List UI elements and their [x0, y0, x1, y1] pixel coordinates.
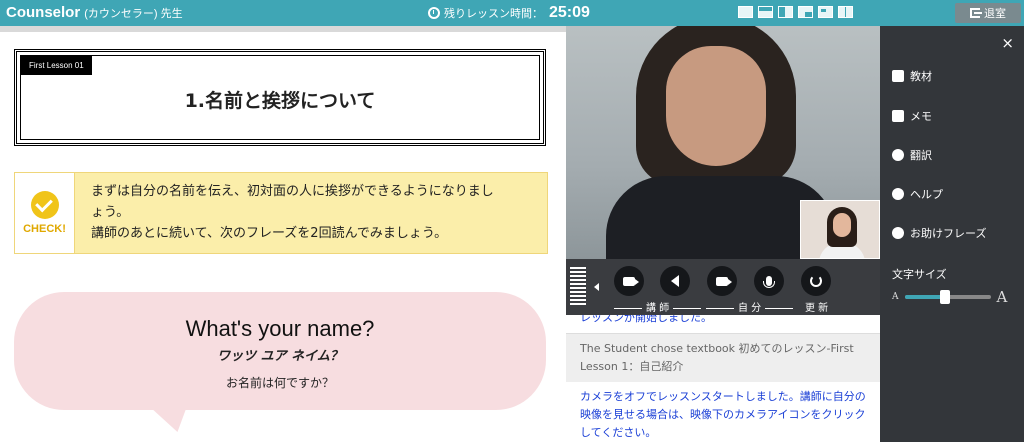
font-size-slider[interactable]	[904, 290, 991, 304]
clock-icon	[428, 7, 440, 19]
menu-item-memo[interactable]: メモ	[892, 108, 932, 124]
timer-value: 25:09	[549, 4, 590, 21]
timer-label: 残りレッスン時間：	[444, 7, 543, 20]
teacher-camera-button[interactable]	[614, 266, 644, 296]
student-face	[833, 213, 851, 237]
teacher-speaker-button[interactable]	[660, 266, 690, 296]
exit-button[interactable]: 退室	[955, 3, 1021, 23]
layout-2-icon[interactable]	[758, 6, 773, 18]
globe-icon	[892, 149, 904, 161]
camera-icon	[623, 276, 639, 286]
menu-item-label: ヘルプ	[910, 188, 943, 201]
refresh-label: 更 新	[805, 303, 829, 314]
brand: Counselor (カウンセラー) 先生	[6, 4, 183, 21]
refresh-button[interactable]	[801, 266, 831, 296]
user-role: (カウンセラー) 先生	[84, 8, 183, 20]
font-size-slider-knob[interactable]	[939, 290, 950, 304]
speaker-icon	[671, 275, 679, 287]
help-icon	[892, 188, 904, 200]
chat-message: カメラをオフでレッスンスタートしました。講師に自分の映像を見せる場合は、映像下の…	[580, 390, 866, 439]
phrase-bubble: What's your name? ワッツ ユア ネイム？ お名前は何ですか？	[14, 292, 546, 410]
menu-item-helpful-phrases[interactable]: お助けフレーズ	[892, 225, 986, 241]
microphone-icon	[763, 276, 775, 288]
menu-item-label: メモ	[910, 110, 932, 123]
layout-3-icon[interactable]	[778, 6, 793, 18]
student-video-thumbnail[interactable]	[800, 200, 880, 259]
book-icon	[892, 70, 904, 82]
check-line-3: 講師のあとに続いて、次のフレーズを2回読んでみましょう。	[91, 226, 448, 241]
close-menu-button[interactable]: ×	[1001, 34, 1014, 52]
layout-4-icon[interactable]	[798, 6, 813, 18]
menu-item-translate[interactable]: 翻訳	[892, 147, 932, 163]
video-control-bar: 講 師 自 分 更 新	[566, 259, 880, 315]
layout-1-icon[interactable]	[738, 6, 753, 18]
font-large-label: A	[996, 288, 1008, 306]
lesson-title: 1.名前と挨拶について	[184, 90, 376, 112]
refresh-icon	[810, 275, 822, 287]
phrase-english: What's your name?	[185, 316, 375, 341]
menu-item-label: 教材	[910, 70, 932, 83]
check-box: CHECK! まずは自分の名前を伝え、初対面の人に挨拶ができるようになりまし ょ…	[14, 172, 548, 254]
teacher-face	[666, 46, 766, 166]
exit-icon	[970, 8, 982, 18]
font-size-control: A A	[892, 288, 1007, 306]
layout-5-icon[interactable]	[818, 6, 833, 18]
lesson-panel: First Lesson 01 1.名前と挨拶について CHECK! まずは自分…	[0, 26, 566, 442]
chat-log[interactable]: レッスンが開始しました。 The Student chose textbook …	[566, 315, 880, 442]
self-controls-label: 自 分	[702, 299, 797, 314]
check-icon	[30, 191, 59, 219]
check-line-1: まずは自分の名前を伝え、初対面の人に挨拶ができるようになりまし	[91, 184, 494, 199]
font-size-slider-fill	[904, 295, 945, 299]
phrase-japanese: お名前は何ですか？	[225, 376, 334, 390]
chat-message: レッスンが開始しました。	[566, 315, 880, 334]
check-line-2: ょう。	[91, 205, 130, 220]
chat-icon	[892, 227, 904, 239]
font-size-label: 文字サイズ	[892, 268, 947, 281]
menu-item-label: 翻訳	[910, 149, 932, 162]
lesson-title-box: First Lesson 01 1.名前と挨拶について	[14, 49, 546, 146]
self-mic-button[interactable]	[754, 266, 784, 296]
brand-name: Counselor	[6, 4, 81, 21]
menu-item-label: お助けフレーズ	[910, 227, 987, 240]
menu-item-help[interactable]: ヘルプ	[892, 186, 943, 202]
exit-label: 退室	[984, 7, 1006, 20]
collapse-arrow-icon[interactable]	[594, 283, 599, 291]
top-bar: Counselor (カウンセラー) 先生 残りレッスン時間： 25:09 退室	[0, 0, 1024, 26]
camera-icon	[716, 276, 732, 286]
check-instructions: まずは自分の名前を伝え、初対面の人に挨拶ができるようになりまし ょう。 講師のあ…	[91, 181, 535, 244]
check-badge: CHECK!	[15, 173, 75, 253]
phrase-kana: ワッツ ユア ネイム？	[217, 349, 343, 364]
lesson-tag: First Lesson 01	[21, 56, 92, 75]
edit-icon	[892, 110, 904, 122]
font-small-label: A	[892, 292, 899, 302]
teacher-controls-label: 講 師	[610, 299, 705, 314]
self-camera-button[interactable]	[707, 266, 737, 296]
check-badge-label: CHECK!	[23, 223, 66, 235]
menu-item-textbook[interactable]: 教材	[892, 68, 932, 84]
chat-message: The Student chose textbook 初めてのレッスン-Firs…	[566, 334, 880, 382]
layout-6-icon[interactable]	[838, 6, 853, 18]
side-menu: × 教材 メモ 翻訳 ヘルプ お助けフレーズ 文字サイズ A A	[880, 26, 1024, 442]
layout-switcher	[738, 6, 853, 18]
lesson-timer: 残りレッスン時間： 25:09	[428, 4, 590, 22]
resize-grip-icon[interactable]	[570, 267, 586, 307]
